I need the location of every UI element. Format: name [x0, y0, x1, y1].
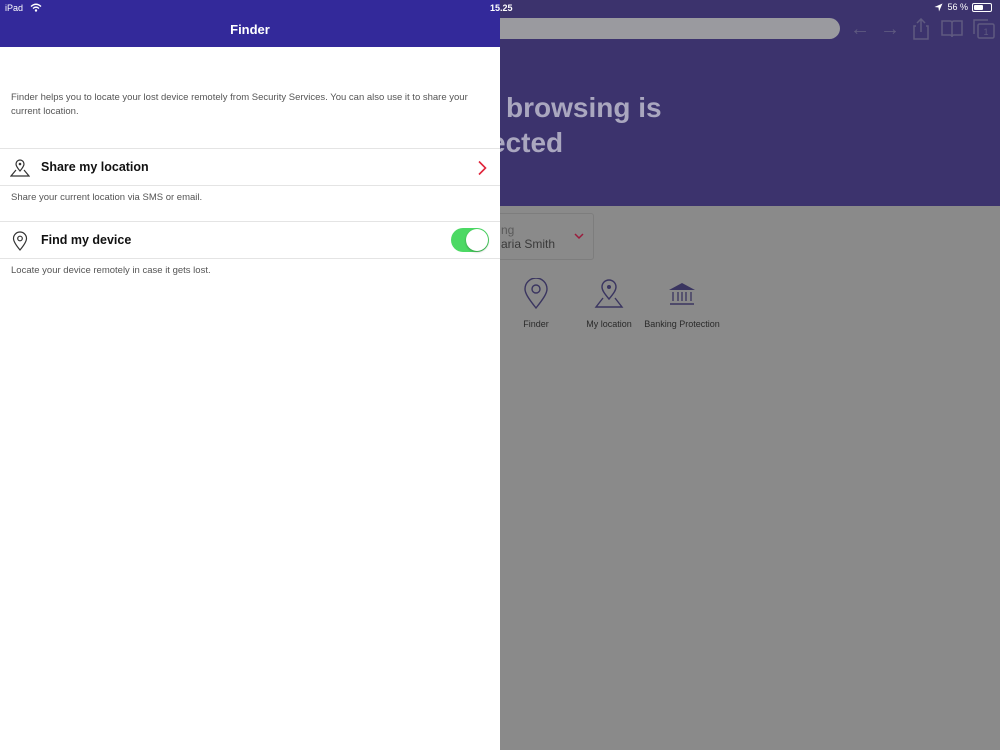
chevron-down-icon: [574, 229, 584, 243]
forward-arrow-icon[interactable]: →: [880, 17, 900, 41]
account-card-line-1: ng: [501, 223, 515, 237]
status-left: iPad: [5, 3, 42, 13]
status-right: 56 %: [934, 2, 992, 12]
headline-line-2: ected: [490, 127, 564, 158]
toggle-knob: [466, 229, 488, 251]
location-pin-icon: [524, 278, 548, 310]
status-bar: iPad 15.25 56 %: [0, 0, 1000, 16]
bookmarks-icon[interactable]: [941, 17, 963, 41]
feature-label: Banking Protection: [644, 319, 720, 329]
finder-intro-text: Finder helps you to locate your lost dev…: [11, 92, 468, 117]
wifi-icon: [30, 3, 41, 12]
find-my-device-label: Find my device: [41, 233, 132, 247]
chevron-right-icon: [476, 160, 488, 176]
map-pin-icon: [594, 279, 624, 308]
tab-count: 1: [983, 27, 988, 37]
share-my-location-label: Share my location: [41, 160, 149, 174]
account-name: aria Smith: [501, 237, 556, 251]
share-my-location-row[interactable]: Share my location: [0, 148, 500, 186]
find-my-device-toggle[interactable]: [451, 228, 489, 252]
battery-percent: 56 %: [947, 2, 968, 12]
url-bar[interactable]: [470, 18, 840, 39]
status-time: 15.25: [490, 3, 513, 13]
feature-label: Finder: [523, 319, 549, 329]
location-pin-icon: [10, 231, 30, 251]
find-my-device-description: Locate your device remotely in case it g…: [11, 265, 211, 276]
battery-icon: [972, 2, 992, 12]
tabs-icon[interactable]: 1: [972, 17, 996, 41]
share-icon[interactable]: [911, 17, 931, 41]
find-my-device-row: Find my device: [0, 221, 500, 259]
back-arrow-icon[interactable]: ←: [850, 17, 870, 41]
bank-icon: [669, 283, 695, 305]
battery-fill: [974, 4, 983, 10]
feature-label: My location: [586, 319, 632, 329]
device-name: iPad: [5, 3, 24, 13]
map-pin-icon: [9, 158, 31, 178]
finder-panel: Finder Finder helps you to locate your l…: [0, 0, 500, 750]
headline-line-1: browsing is: [506, 92, 662, 123]
feature-banking-protection[interactable]: Banking Protection: [637, 278, 727, 329]
page-title: Finder: [230, 22, 270, 37]
share-my-location-description: Share your current location via SMS or e…: [11, 192, 203, 203]
location-arrow-icon: [934, 3, 943, 11]
